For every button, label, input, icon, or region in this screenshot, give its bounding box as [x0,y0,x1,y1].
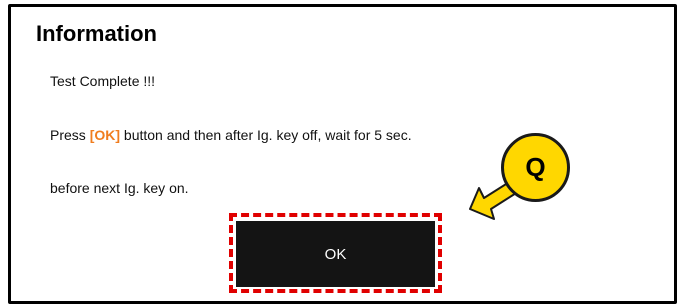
dialog-title: Information [36,21,157,46]
ok-keyword-highlight: [OK] [89,127,121,143]
message-instruction-suffix: button and then after Ig. key off, wait … [120,127,412,143]
message-instruction: Press [OK] button and then after Ig. key… [50,127,412,143]
message-instruction-prefix: Press [50,127,90,143]
ok-button[interactable]: OK [236,221,435,287]
callout-badge-q: Q [501,133,570,202]
message-next-key-on: before next Ig. key on. [50,180,189,196]
message-test-complete: Test Complete !!! [50,73,156,89]
